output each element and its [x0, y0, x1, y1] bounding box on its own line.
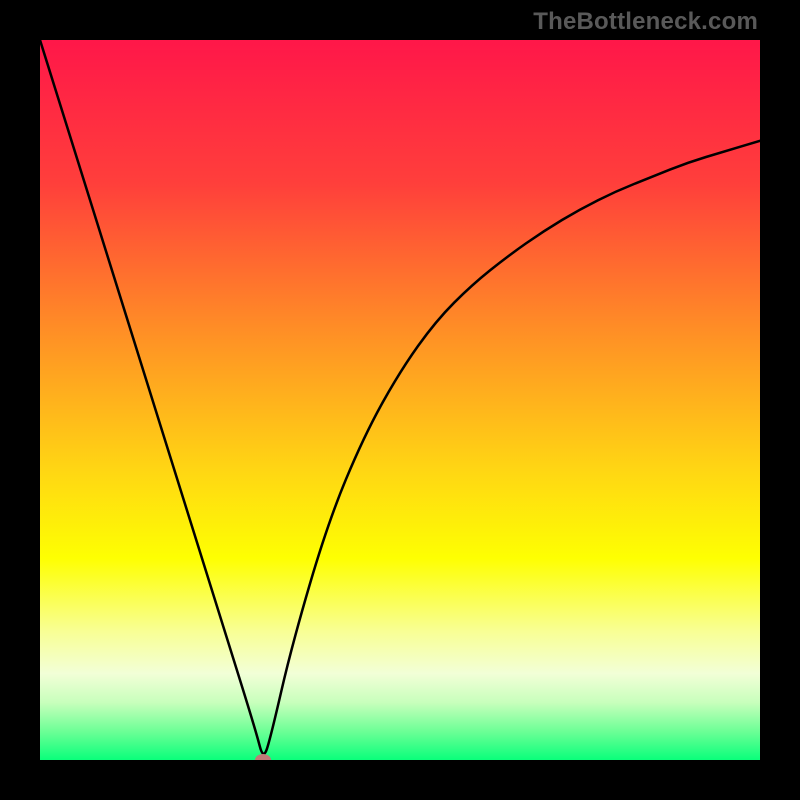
bottleneck-curve — [40, 40, 760, 760]
plot-area — [40, 40, 760, 760]
watermark-text: TheBottleneck.com — [533, 8, 758, 36]
optimum-marker — [255, 754, 271, 760]
chart-frame: TheBottleneck.com — [0, 0, 800, 800]
